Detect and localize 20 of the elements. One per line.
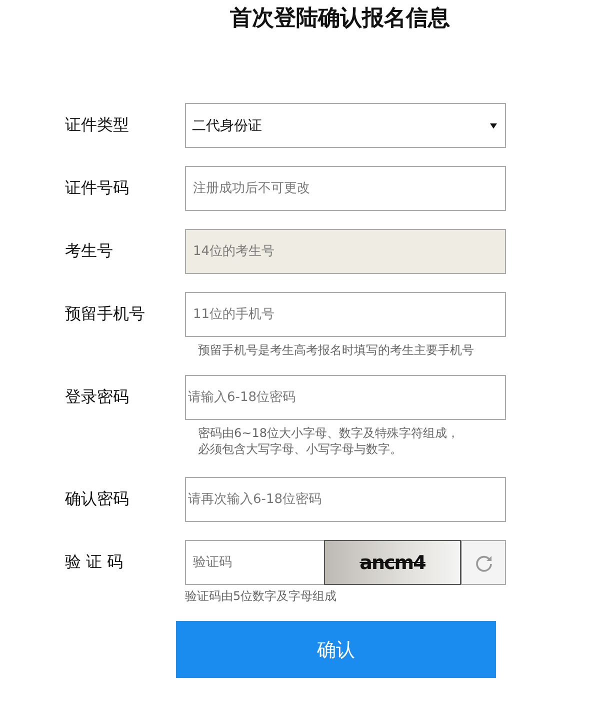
field-label: 验 证 码 [65,552,124,573]
input-field[interactable]: 请输入6-18位密码 [185,375,506,420]
refresh-button[interactable] [461,540,506,585]
select-field[interactable]: 二代身份证 [185,103,506,148]
caret-icon [490,122,497,128]
field-label: 考生号 [65,241,114,262]
hint-text: 密码由6~18位大小字母、数字及特殊字符组成， 必须包含大写字母、小写字母与数字。 [198,425,460,457]
hint-text: 预留手机号是考生高考报名时填写的考生主要手机号 [198,342,475,358]
field-label: 确认密码 [65,489,130,510]
input-field[interactable]: 验证码 [185,540,324,585]
input-field[interactable]: 11位的手机号 [185,292,506,337]
input-field[interactable]: 注册成功后不可更改 [185,166,506,211]
field-label: 预留手机号 [65,304,146,325]
page-title: 首次登陆确认报名信息 [229,5,451,33]
input-field[interactable]: 请再次输入6-18位密码 [185,477,506,522]
field-label: 证件类型 [65,115,130,136]
field-label: 证件号码 [65,178,130,199]
field-label: 登录密码 [65,387,130,408]
hint-text: 验证码由5位数字及字母组成 [185,588,338,604]
captcha-image[interactable]: ancm4 [324,540,461,585]
